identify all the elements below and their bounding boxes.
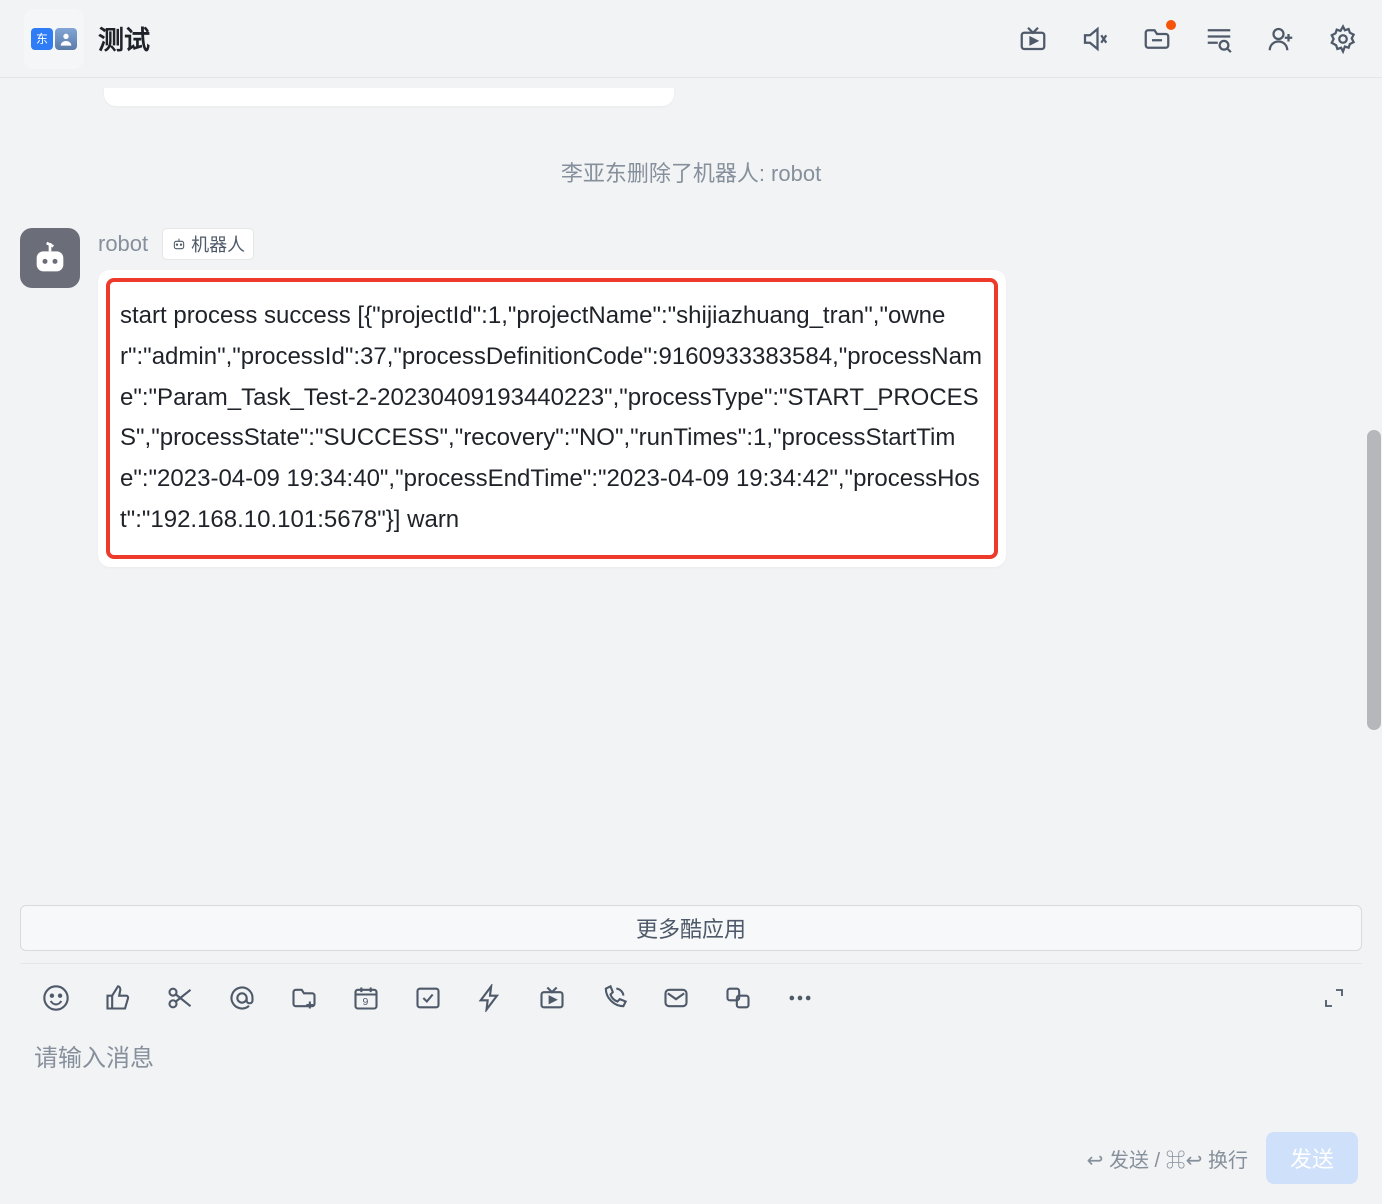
message-bubble[interactable]: start process success [{"projectId":1,"p… [98,270,1006,567]
avatar-person-icon [55,28,77,50]
scissors-icon[interactable] [166,984,194,1012]
send-button[interactable]: 发送 [1266,1132,1358,1184]
robot-avatar[interactable] [20,228,80,288]
gear-icon[interactable] [1328,24,1358,54]
screen-share-icon[interactable] [724,984,752,1012]
message-header: robot 机器人 [98,228,1362,260]
avatar-initial: 东 [31,28,53,50]
tv-play-small-icon[interactable] [538,984,566,1012]
message-body: robot 机器人 start process success [{"proje… [98,228,1362,567]
sender-name: robot [98,231,148,257]
bot-badge: 机器人 [162,228,254,260]
emoji-icon[interactable] [42,984,70,1012]
thumbs-up-icon[interactable] [104,984,132,1012]
scrollbar-track[interactable] [1366,80,1382,655]
footer: ↩ 发送 / ⌘↩ 换行 发送 [0,1132,1382,1204]
input-placeholder: 请输入消息 [34,1038,1348,1073]
chat-avatar[interactable]: 东 [24,9,84,69]
more-icon[interactable] [786,984,814,1012]
header: 东 测试 [0,0,1382,78]
phone-icon[interactable] [600,984,628,1012]
expand-icon[interactable] [1320,984,1348,1012]
message-content: start process success [{"projectId":1,"p… [106,278,998,559]
speaker-off-icon[interactable] [1080,24,1110,54]
folder-icon[interactable] [1142,24,1172,54]
calendar-icon[interactable]: 9 [352,984,380,1012]
add-user-icon[interactable] [1266,24,1296,54]
folder-add-icon[interactable] [290,984,318,1012]
header-right [1018,24,1358,54]
header-left: 东 测试 [24,9,150,69]
tv-play-icon[interactable] [1018,24,1048,54]
chat-title: 测试 [98,20,150,57]
scrollbar-thumb[interactable] [1367,430,1381,730]
svg-text:9: 9 [363,996,369,1008]
message-row: robot 机器人 start process success [{"proje… [20,228,1362,567]
bot-badge-label: 机器人 [191,231,245,257]
task-icon[interactable] [414,984,442,1012]
message-input[interactable]: 请输入消息 [0,1022,1382,1132]
more-apps-button[interactable]: 更多酷应用 [20,905,1362,951]
lightning-icon[interactable] [476,984,504,1012]
previous-message-fragment [104,88,674,106]
mention-icon[interactable] [228,984,256,1012]
input-toolbar: 9 [0,964,1382,1022]
system-message: 李亚东删除了机器人: robot [20,156,1362,188]
search-list-icon[interactable] [1204,24,1234,54]
send-hint: ↩ 发送 / ⌘↩ 换行 [1087,1144,1248,1173]
notification-dot [1166,20,1176,30]
chat-area[interactable]: 李亚东删除了机器人: robot robot 机器人 start process… [0,78,1382,893]
mail-icon[interactable] [662,984,690,1012]
bot-icon [171,236,187,252]
